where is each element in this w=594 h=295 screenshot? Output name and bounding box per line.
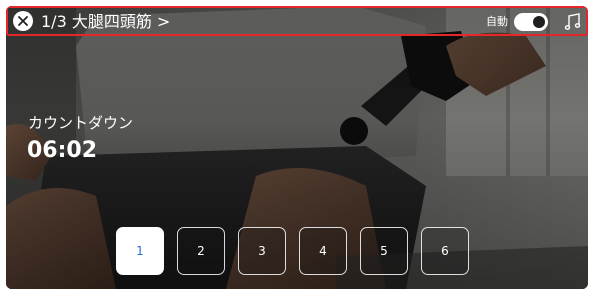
toggle-knob [533, 16, 545, 28]
step-button-4[interactable]: 4 [299, 227, 347, 275]
top-bar: 1/3 大腿四頭筋 > 自動 [6, 6, 588, 36]
video-player: 1/3 大腿四頭筋 > 自動 カウントダウン 06:02 1 2 3 4 5 6 [6, 6, 588, 289]
close-icon [18, 16, 28, 26]
step-button-5[interactable]: 5 [360, 227, 408, 275]
close-button[interactable] [13, 11, 33, 31]
music-button[interactable] [563, 12, 583, 32]
countdown-label: カウントダウン [28, 114, 134, 132]
step-button-1[interactable]: 1 [116, 227, 164, 275]
exercise-title-link[interactable]: 1/3 大腿四頭筋 > [41, 12, 170, 32]
step-button-3[interactable]: 3 [238, 227, 286, 275]
countdown-timer: 06:02 [27, 138, 98, 163]
step-button-2[interactable]: 2 [177, 227, 225, 275]
step-button-6[interactable]: 6 [421, 227, 469, 275]
auto-play-label: 自動 [486, 15, 508, 28]
auto-play-toggle[interactable] [514, 13, 548, 31]
music-note-icon [564, 13, 581, 30]
